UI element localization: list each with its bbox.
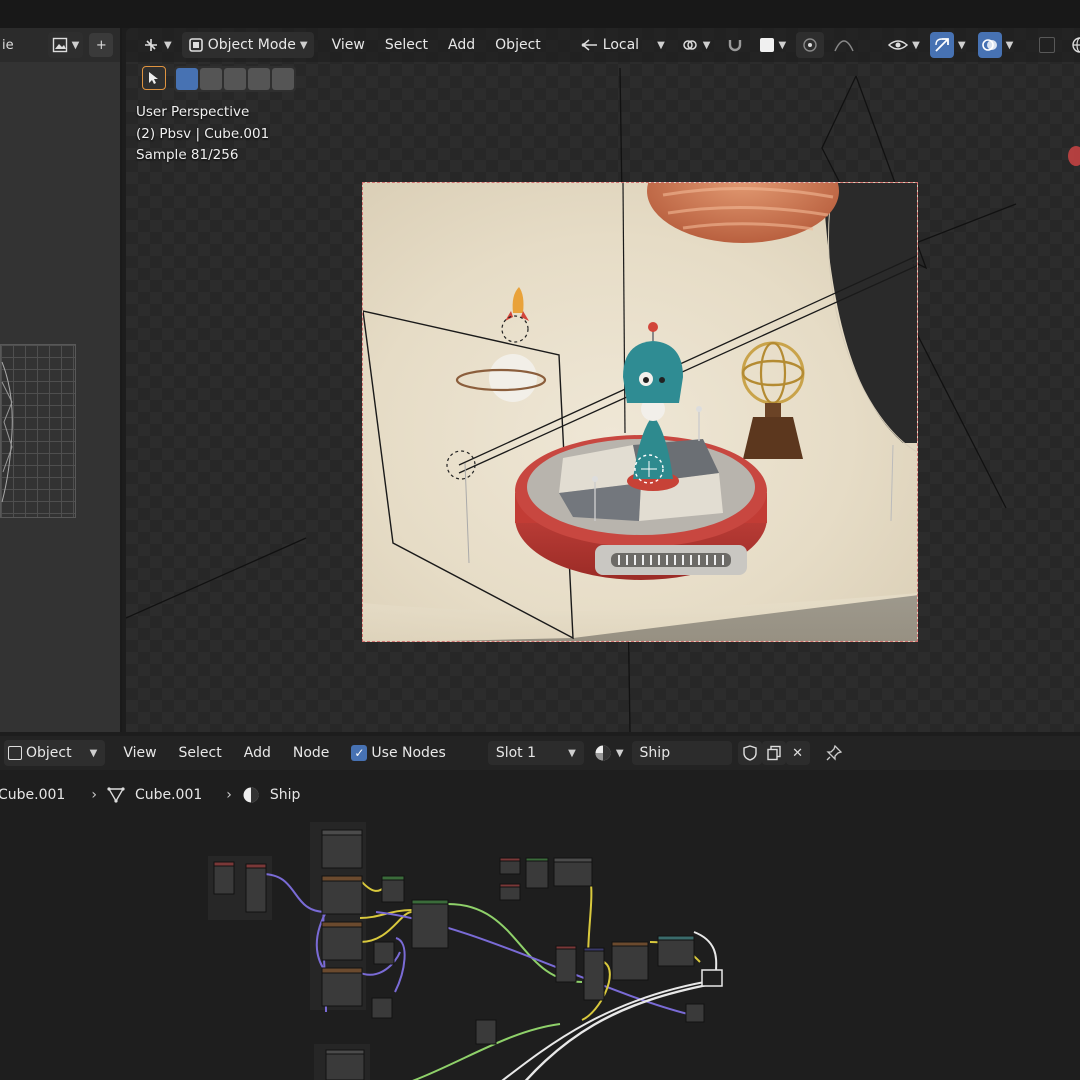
- breadcrumb-material[interactable]: Ship: [270, 787, 301, 803]
- copy-icon: [766, 745, 781, 761]
- breadcrumb: Cube.001 › Cube.001 › Ship: [0, 786, 300, 804]
- pin-icon: [825, 745, 842, 761]
- duplicate-material-button[interactable]: [761, 741, 786, 765]
- node-menu-select[interactable]: Select: [171, 745, 230, 761]
- use-nodes-label: Use Nodes: [371, 745, 446, 761]
- breadcrumb-object[interactable]: Cube.001: [0, 787, 65, 803]
- new-image-button[interactable]: +: [89, 33, 114, 57]
- render-preview: [362, 182, 918, 642]
- fake-user-button[interactable]: [737, 741, 762, 765]
- close-icon: ✕: [792, 745, 803, 761]
- slot-dropdown[interactable]: Slot 1 ▼: [487, 741, 584, 765]
- left-title-fragment: ie: [2, 37, 14, 53]
- material-sphere-icon: [243, 787, 259, 803]
- shield-icon: [742, 745, 757, 761]
- shader-type-label: Object: [26, 745, 72, 761]
- uv-canvas[interactable]: [0, 62, 120, 732]
- node-menu-add[interactable]: Add: [236, 745, 279, 761]
- chevron-down-icon: ▼: [89, 747, 98, 759]
- chevron-down-icon: ▼: [568, 747, 576, 759]
- shader-type-dropdown[interactable]: Object ▼: [4, 740, 106, 766]
- 3d-viewport[interactable]: ▼ Object Mode ▼ View Select Add Object L…: [126, 28, 1080, 732]
- node-graph: [208, 822, 723, 1080]
- slot-label: Slot 1: [495, 745, 537, 761]
- image-icon: [52, 37, 67, 53]
- checkmark-icon: ✓: [351, 745, 368, 761]
- scene-render: [363, 183, 917, 641]
- node-menu-view[interactable]: View: [115, 745, 164, 761]
- material-name: Ship: [639, 745, 671, 761]
- chevron-down-icon: ▼: [71, 39, 80, 51]
- chevron-right-icon: ›: [91, 787, 97, 803]
- pin-button[interactable]: [822, 741, 846, 765]
- shader-node-editor: Object ▼ View Select Add Node ✓ Use Node…: [0, 736, 1080, 1080]
- chevron-right-icon: ›: [226, 787, 232, 803]
- left-editor: ie ▼ + ‹: [0, 28, 122, 732]
- mesh-data-icon: [107, 787, 125, 803]
- material-name-field[interactable]: Ship: [631, 741, 732, 765]
- image-type-dropdown[interactable]: ▼: [47, 32, 84, 58]
- plus-icon: +: [95, 37, 107, 53]
- node-menu-node[interactable]: Node: [285, 745, 338, 761]
- object-icon: [8, 746, 22, 760]
- node-canvas[interactable]: [0, 812, 1080, 1080]
- node-editor-header: Object ▼ View Select Add Node ✓ Use Node…: [0, 736, 1080, 770]
- chevron-down-icon: ▼: [615, 747, 624, 759]
- breadcrumb-mesh[interactable]: Cube.001: [135, 787, 202, 803]
- use-nodes-toggle[interactable]: ✓ Use Nodes: [345, 740, 451, 766]
- unlink-material-button[interactable]: ✕: [785, 741, 810, 765]
- material-browse-button[interactable]: ▼: [592, 740, 626, 766]
- left-header: ie ▼ +: [0, 28, 120, 62]
- material-sphere-icon: [595, 745, 611, 761]
- uv-mesh-fragment: [1, 361, 13, 503]
- top-bar: [0, 0, 1080, 28]
